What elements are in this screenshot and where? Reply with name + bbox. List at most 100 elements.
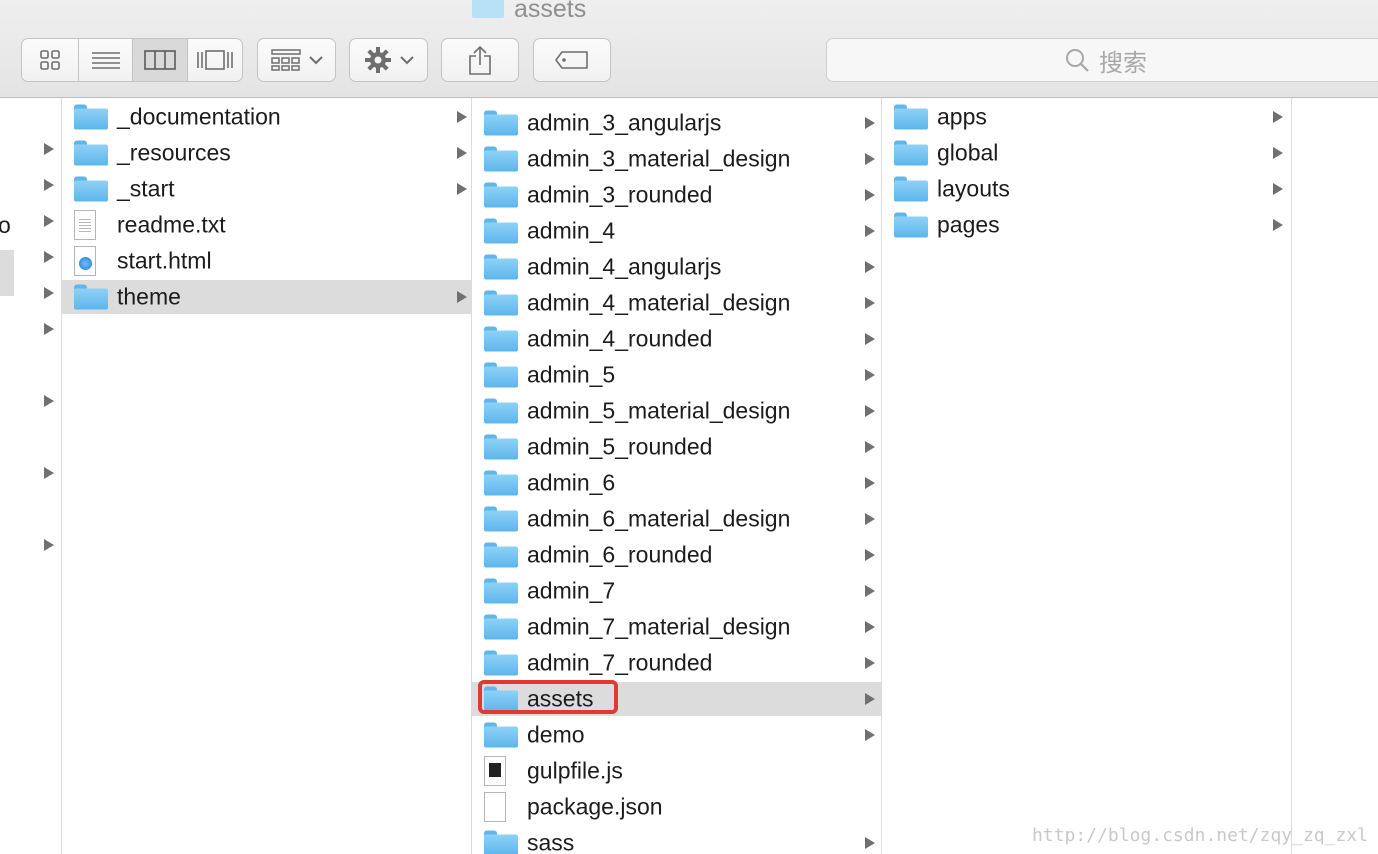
folder-icon <box>484 542 518 568</box>
list-item[interactable]: _documentation <box>62 100 471 134</box>
disclosure-arrow-icon <box>865 477 875 489</box>
list-item[interactable]: sass <box>472 826 881 854</box>
toolbar: assets 搜索 <box>0 0 1378 98</box>
share-icon <box>469 45 491 75</box>
list-item[interactable]: gulpfile.js <box>472 754 881 788</box>
list-item[interactable]: admin_5 <box>472 358 881 392</box>
disclosure-arrow-icon <box>44 467 54 479</box>
disclosure-arrow-icon <box>865 729 875 741</box>
gear-icon <box>364 47 391 73</box>
disclosure-arrow-icon <box>865 657 875 669</box>
list-item[interactable]: readme.txt <box>62 208 471 242</box>
list-item[interactable]: apps <box>882 100 1291 134</box>
list-item[interactable]: start.html <box>62 244 471 278</box>
list-item[interactable]: _resources <box>62 136 471 170</box>
action-button[interactable] <box>349 38 428 82</box>
list-view-icon <box>91 52 120 69</box>
item-name: admin_6 <box>527 469 616 496</box>
item-name: demo <box>527 721 585 748</box>
list-item[interactable]: admin_3_rounded <box>472 178 881 212</box>
column-view-button[interactable] <box>132 39 187 81</box>
list-item[interactable]: admin_4_angularjs <box>472 250 881 284</box>
item-name: theme <box>117 283 181 310</box>
disclosure-arrow-icon <box>865 297 875 309</box>
disclosure-arrow-icon <box>865 513 875 525</box>
folder-icon <box>484 614 518 640</box>
item-name: admin_4_rounded <box>527 325 713 352</box>
item-name: gulpfile.js <box>527 757 623 784</box>
icon-view-button[interactable] <box>22 39 78 81</box>
disclosure-arrow-icon <box>865 225 875 237</box>
tag-icon <box>555 51 588 69</box>
item-name: admin_3_material_design <box>527 145 791 172</box>
folder-icon <box>484 218 518 244</box>
window-title: assets <box>472 0 586 24</box>
list-item[interactable]: admin_4_rounded <box>472 322 881 356</box>
list-item[interactable]: global <box>882 136 1291 170</box>
column-root: _documentation _resources _start readme.txt… <box>62 98 472 854</box>
item-name: admin_7_rounded <box>527 649 713 676</box>
list-item[interactable]: admin_3_material_design <box>472 142 881 176</box>
item-name: readme.txt <box>117 211 226 238</box>
folder-icon <box>484 146 518 172</box>
html-file-icon <box>74 246 96 276</box>
search-field[interactable]: 搜索 <box>826 38 1378 82</box>
list-view-button[interactable] <box>78 39 132 81</box>
item-name: pages <box>937 211 1000 238</box>
folder-icon <box>484 398 518 424</box>
list-item[interactable]: admin_3_angularjs <box>472 106 881 140</box>
disclosure-arrow-icon <box>457 147 467 159</box>
folder-icon <box>484 254 518 280</box>
item-name: admin_6_material_design <box>527 505 791 532</box>
item-name: admin_5_rounded <box>527 433 713 460</box>
disclosure-arrow-icon <box>865 261 875 273</box>
disclosure-arrow-icon <box>44 251 54 263</box>
list-item[interactable]: admin_7_rounded <box>472 646 881 680</box>
tags-button[interactable] <box>533 38 611 82</box>
item-name: admin_3_angularjs <box>527 109 722 136</box>
arrange-button[interactable] <box>257 38 336 82</box>
disclosure-arrow-icon <box>44 323 54 335</box>
share-button[interactable] <box>441 38 519 82</box>
list-item[interactable]: admin_6 <box>472 466 881 500</box>
folder-icon <box>472 0 504 25</box>
disclosure-arrow-icon <box>865 153 875 165</box>
folder-icon <box>484 434 518 460</box>
list-item[interactable]: admin_5_material_design <box>472 394 881 428</box>
file-icon <box>484 792 506 822</box>
folder-icon <box>484 326 518 352</box>
list-item[interactable]: admin_4_material_design <box>472 286 881 320</box>
list-item[interactable]: admin_4 <box>472 214 881 248</box>
item-name: apps <box>937 103 987 130</box>
item-name: admin_3_rounded <box>527 181 713 208</box>
disclosure-arrow-icon <box>1273 219 1283 231</box>
folder-icon <box>484 470 518 496</box>
disclosure-arrow-icon <box>865 549 875 561</box>
item-name: admin_7_material_design <box>527 613 791 640</box>
list-item[interactable]: theme <box>62 280 471 314</box>
folder-icon <box>74 104 108 130</box>
list-item[interactable]: admin_6_material_design <box>472 502 881 536</box>
list-item[interactable]: pages <box>882 208 1291 242</box>
folder-icon <box>894 212 928 238</box>
list-item[interactable]: package.json <box>472 790 881 824</box>
list-item[interactable]: admin_7_material_design <box>472 610 881 644</box>
disclosure-arrow-icon <box>865 693 875 705</box>
list-item[interactable]: layouts <box>882 172 1291 206</box>
cover-flow-view-icon <box>197 50 233 70</box>
item-name: admin_5_material_design <box>527 397 791 424</box>
column-theme: admin_3_angularjs admin_3_material_design… <box>472 98 882 854</box>
item-name: sass <box>527 829 575 854</box>
item-name: layouts <box>937 175 1010 202</box>
window-title-text: assets <box>514 0 587 23</box>
search-placeholder: 搜索 <box>1099 49 1147 77</box>
folder-icon <box>484 110 518 136</box>
list-item[interactable]: admin_6_rounded <box>472 538 881 572</box>
list-item[interactable]: admin_7 <box>472 574 881 608</box>
item-name: admin_4_angularjs <box>527 253 722 280</box>
cover-flow-view-button[interactable] <box>186 39 242 81</box>
list-item[interactable]: _start <box>62 172 471 206</box>
list-item[interactable]: admin_5_rounded <box>472 430 881 464</box>
list-item[interactable]: demo <box>472 718 881 752</box>
watermark: http://blog.csdn.net/zqy_zq_zxl <box>1032 825 1368 846</box>
